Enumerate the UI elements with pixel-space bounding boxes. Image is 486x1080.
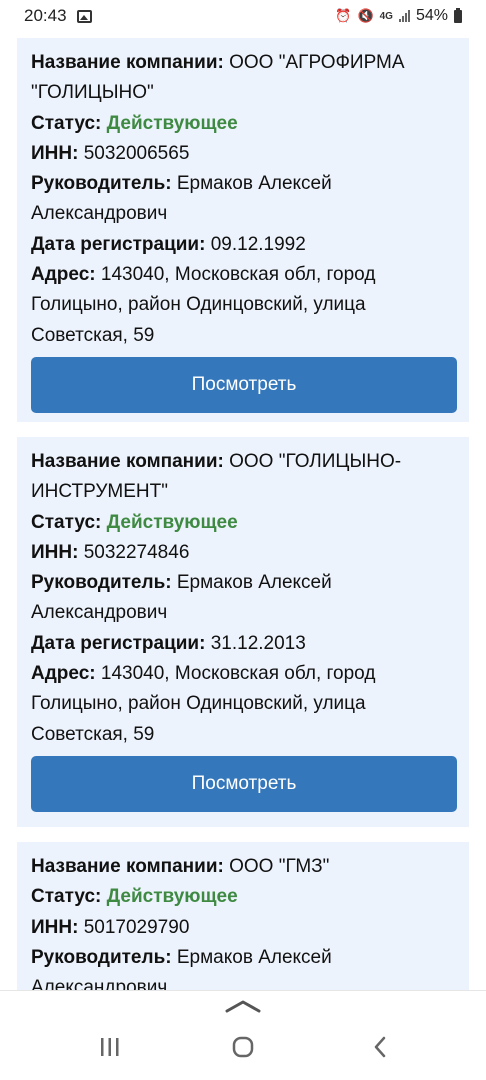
address-row: Адрес: 143040, Московская обл, город [31, 260, 456, 290]
inn-row: ИНН: 5032274846 [31, 538, 456, 568]
battery-percent: 54% [415, 7, 448, 24]
company-name-row: Название компании: ООО "АГРОФИРМА [31, 48, 456, 78]
inn-label: ИНН: [31, 916, 79, 938]
reg-date-value: 31.12.2013 [205, 632, 306, 654]
reg-date-row: Дата регистрации: 31.12.2013 [31, 629, 456, 659]
inn-row: ИНН: 5017029790 [31, 913, 456, 943]
address-value-cont: Советская, 59 [31, 723, 155, 745]
chevron-up-icon[interactable] [224, 997, 262, 1015]
director-row: Руководитель: Ермаков Алексей [31, 169, 456, 199]
company-name-row-cont: "ГОЛИЦЫНО" [31, 78, 456, 108]
director-value-cont: Александрович [31, 203, 168, 225]
reg-date-value: 09.12.1992 [205, 233, 306, 255]
company-card: Название компании: ООО "ГОЛИЦЫНО- ИНСТРУ… [17, 437, 469, 827]
director-value-cont: Александрович [31, 602, 168, 624]
home-icon[interactable] [231, 1035, 255, 1059]
clock: 20:43 [24, 6, 67, 25]
address-row-cont: Советская, 59 [31, 720, 456, 750]
status-value: Действующее [106, 112, 238, 134]
reg-date-label: Дата регистрации: [31, 632, 206, 654]
alarm-icon: ⏰ [335, 8, 352, 23]
inn-value: 5017029790 [78, 916, 190, 938]
view-button[interactable]: Посмотреть [31, 755, 457, 812]
status-value: Действующее [106, 886, 238, 908]
status-row: Статус: Действующее [31, 109, 456, 139]
director-value: Ермаков Алексей [171, 572, 332, 594]
company-name-label: Название компании: [31, 451, 224, 472]
company-card: Название компании: ООО "АГРОФИРМА "ГОЛИЦ… [17, 38, 469, 422]
status-bar: 20:43 ⏰ 🔇 4G 54% [0, 0, 486, 32]
company-name-row: Название компании: ООО "ГОЛИЦЫНО- [31, 447, 456, 477]
address-value-cont: Голицыно, район Одинцовский, улица [31, 294, 366, 316]
status-value: Действующее [106, 511, 238, 533]
address-row-cont: Голицыно, район Одинцовский, улица [31, 290, 456, 320]
address-row: Адрес: 143040, Московская обл, город [31, 659, 456, 689]
inn-label: ИНН: [31, 142, 79, 164]
address-value: 143040, Московская обл, город [95, 264, 376, 286]
director-value: Ермаков Алексей [171, 173, 332, 195]
gallery-notification-icon [76, 9, 92, 23]
status-label: Статус: [31, 112, 102, 134]
reg-date-row: Дата регистрации: 09.12.1992 [31, 230, 456, 260]
company-name-value: ООО "ГОЛИЦЫНО- [223, 451, 402, 472]
address-value-cont: Голицыно, район Одинцовский, улица [31, 693, 366, 715]
address-row-cont: Голицыно, район Одинцовский, улица [31, 689, 456, 719]
inn-value: 5032274846 [78, 541, 190, 563]
address-value: 143040, Московская обл, город [95, 663, 376, 685]
battery-icon [454, 7, 462, 23]
inn-label: ИНН: [31, 541, 79, 563]
director-row-cont: Александрович [31, 199, 456, 229]
recent-apps-icon[interactable] [98, 1035, 122, 1059]
company-name-value: ООО "АГРОФИРМА [223, 52, 405, 73]
company-name-row-cont: ИНСТРУМЕНТ" [31, 477, 456, 507]
signal-icon [398, 10, 410, 22]
director-value: Ермаков Алексей [171, 946, 332, 968]
company-name-value-cont: ИНСТРУМЕНТ" [31, 481, 168, 503]
status-label: Статус: [31, 886, 102, 908]
company-card: Название компании: ООО "ГМЗ" Статус: Дей… [17, 842, 469, 1002]
inn-row: ИНН: 5032006565 [31, 139, 456, 169]
network-type-label: 4G [379, 10, 393, 22]
director-label: Руководитель: [31, 572, 172, 594]
company-name-row: Название компании: ООО "ГМЗ" [31, 852, 456, 882]
director-row-cont: Александрович [31, 598, 456, 628]
company-name-value: ООО "ГМЗ" [223, 856, 330, 877]
status-label: Статус: [31, 511, 102, 533]
director-label: Руководитель: [31, 173, 172, 195]
company-name-label: Название компании: [31, 856, 224, 877]
mute-icon: 🔇 [357, 8, 374, 23]
reg-date-label: Дата регистрации: [31, 233, 206, 255]
back-icon[interactable] [369, 1035, 393, 1059]
company-name-value-cont: "ГОЛИЦЫНО" [31, 82, 154, 104]
view-button[interactable]: Посмотреть [31, 356, 457, 413]
address-value-cont: Советская, 59 [31, 324, 155, 346]
navigation-bar [0, 990, 486, 1080]
address-row-cont: Советская, 59 [31, 321, 456, 351]
company-name-label: Название компании: [31, 52, 224, 73]
status-row: Статус: Действующее [31, 508, 456, 538]
address-label: Адрес: [31, 264, 96, 286]
director-label: Руководитель: [31, 946, 172, 968]
director-row: Руководитель: Ермаков Алексей [31, 943, 456, 973]
status-row: Статус: Действующее [31, 882, 456, 912]
director-row: Руководитель: Ермаков Алексей [31, 568, 456, 598]
address-label: Адрес: [31, 663, 96, 685]
inn-value: 5032006565 [78, 142, 190, 164]
